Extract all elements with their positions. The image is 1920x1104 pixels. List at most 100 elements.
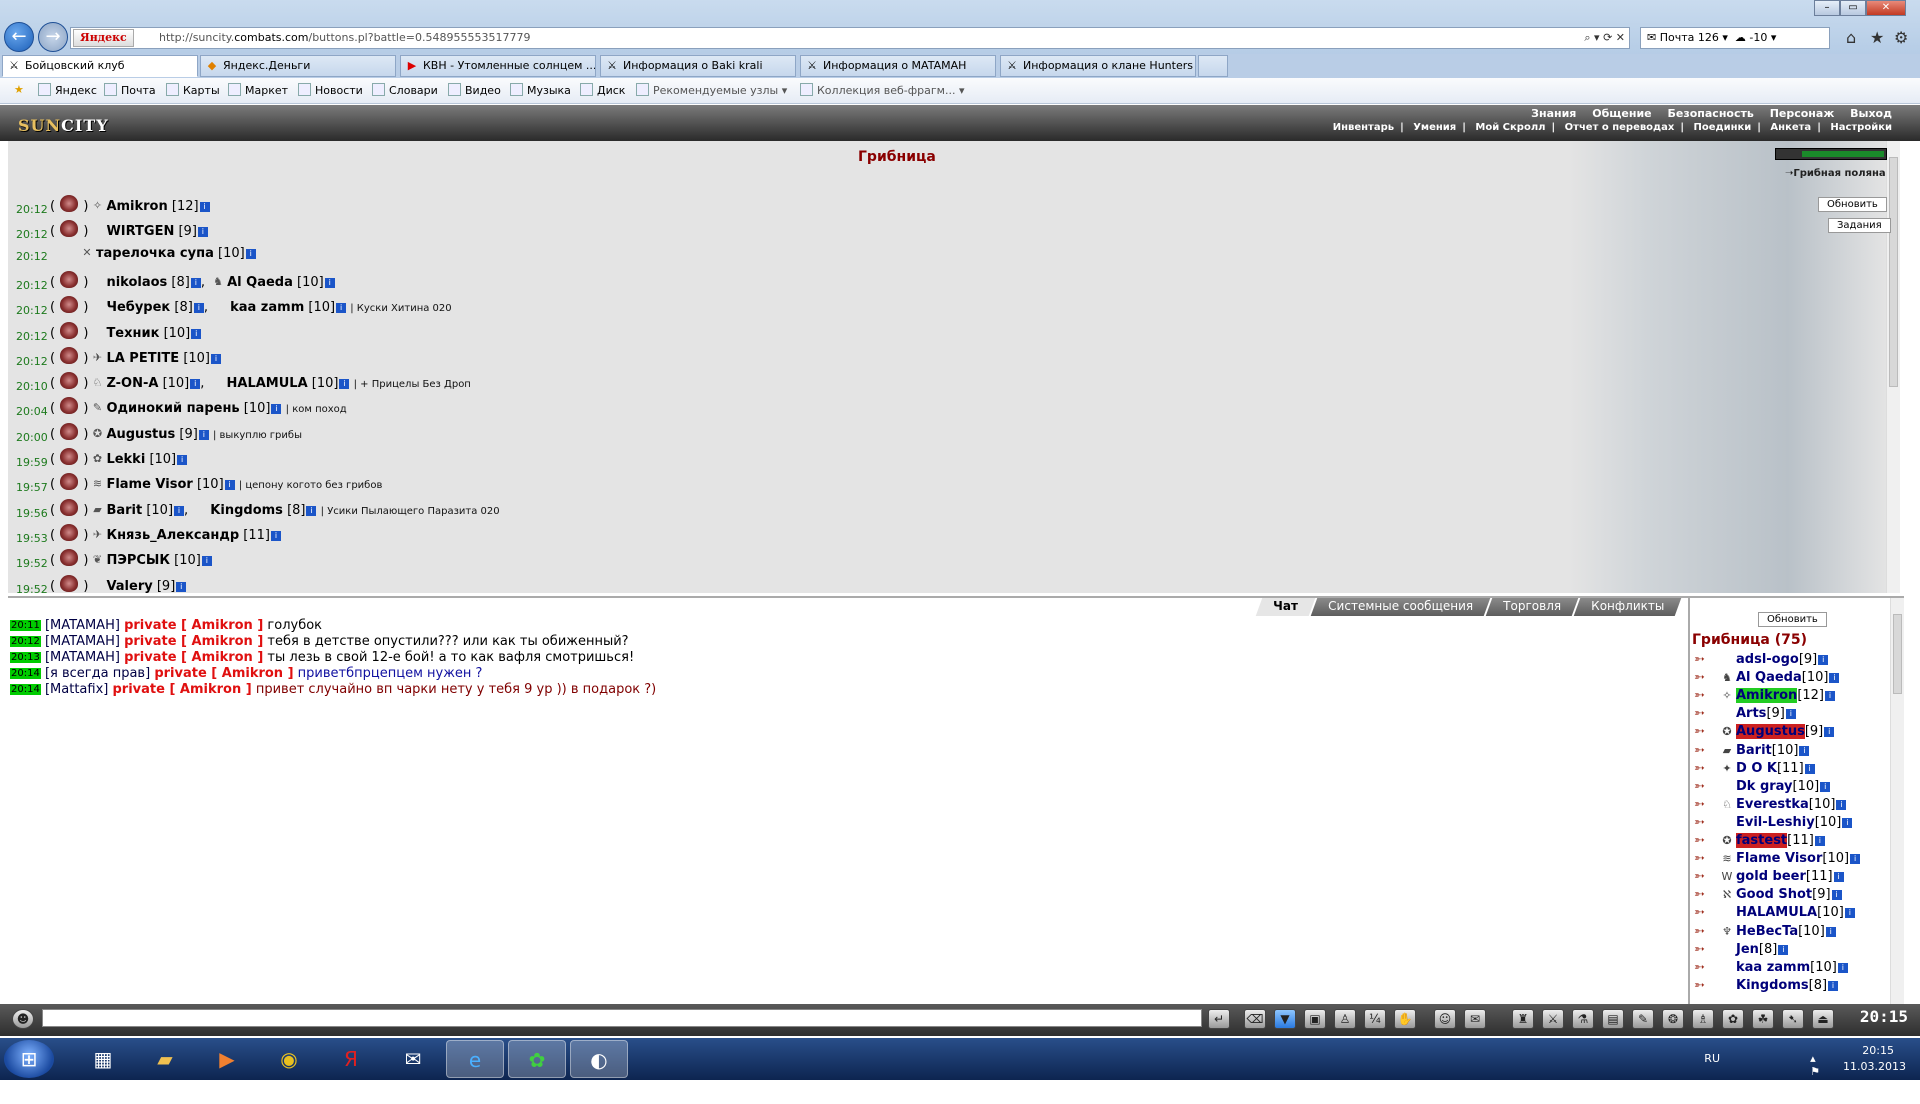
- msg-time[interactable]: 20:11: [10, 620, 41, 631]
- private-arrow-icon[interactable]: ➳: [1694, 905, 1718, 920]
- private-arrow-icon[interactable]: ➳: [1694, 851, 1718, 866]
- fav-music[interactable]: Музыка: [510, 83, 571, 97]
- yandex-search-brand[interactable]: Яндекс: [73, 29, 134, 47]
- user-name[interactable]: D O K: [1736, 761, 1777, 776]
- back-button[interactable]: ←: [4, 22, 34, 52]
- clan-icon[interactable]: ♆: [1718, 925, 1736, 938]
- chest-icon[interactable]: ▤: [1602, 1009, 1624, 1029]
- user-name[interactable]: HeBecTa: [1736, 924, 1798, 939]
- info-icon[interactable]: i: [1814, 836, 1825, 846]
- private-arrow-icon[interactable]: ➳: [1694, 833, 1718, 848]
- menu-fights[interactable]: Поединки: [1687, 122, 1757, 133]
- shield-icon[interactable]: [60, 574, 79, 592]
- tray-icons[interactable]: ▴ ⚑ ▮ ♪: [1810, 1052, 1820, 1104]
- clan-icon[interactable]: ✪: [1718, 834, 1736, 847]
- menu-security[interactable]: Безопасность: [1661, 107, 1759, 120]
- taskbar-icq-icon[interactable]: ✿: [508, 1040, 566, 1078]
- user-name[interactable]: kaa zamm: [1736, 960, 1810, 975]
- tab-0[interactable]: ⚔ Бойцовский клуб: [2, 55, 198, 77]
- clan-icon[interactable]: ✈: [88, 528, 106, 541]
- chat-bubble-icon[interactable]: ✉: [1464, 1009, 1486, 1029]
- msg-sender[interactable]: [Mattafix]: [45, 682, 108, 697]
- info-icon[interactable]: i: [271, 404, 282, 415]
- private-arrow-icon[interactable]: ➳: [1694, 887, 1718, 902]
- close-window-button[interactable]: ✕: [1866, 0, 1906, 16]
- shield-icon[interactable]: [60, 321, 79, 339]
- user-name[interactable]: Amikron: [1736, 688, 1798, 704]
- taskbar-game-icon[interactable]: ◐: [570, 1040, 628, 1078]
- msg-private[interactable]: private [ Amikron ]: [124, 618, 263, 633]
- msg-sender[interactable]: [MATAMAH]: [45, 634, 120, 649]
- hand-icon[interactable]: ✋: [1394, 1009, 1416, 1029]
- taskbar-yandex-icon[interactable]: Я: [322, 1040, 380, 1078]
- private-arrow-icon[interactable]: ➳: [1694, 978, 1718, 993]
- info-icon[interactable]: i: [1836, 799, 1847, 810]
- player-name[interactable]: Augustus: [106, 427, 175, 442]
- msg-time[interactable]: 20:13: [10, 652, 41, 663]
- menu-skills[interactable]: Умения: [1407, 122, 1462, 133]
- chat-input[interactable]: [42, 1009, 1202, 1027]
- info-icon[interactable]: i: [1828, 980, 1839, 991]
- player-name[interactable]: Al Qaeda: [227, 275, 293, 290]
- chat-menu-icon[interactable]: ☻: [12, 1009, 34, 1029]
- fav-suggested[interactable]: Рекомендуемые узлы ▾: [636, 83, 787, 97]
- msg-private[interactable]: private [ Amikron ]: [154, 666, 293, 681]
- private-arrow-icon[interactable]: ➳: [1694, 652, 1718, 667]
- user-name[interactable]: Al Qaeda: [1736, 670, 1802, 685]
- clan-icon[interactable]: ✪: [88, 427, 106, 440]
- minimize-button[interactable]: –: [1814, 0, 1840, 16]
- location-link[interactable]: ➝Грибная поляна: [1785, 168, 1886, 179]
- private-arrow-icon[interactable]: ➳: [1694, 924, 1718, 939]
- player-name[interactable]: Техник: [106, 326, 159, 341]
- fav-disk[interactable]: Диск: [580, 83, 625, 97]
- tab-1[interactable]: ◆ Яндекс.Деньги: [200, 55, 396, 77]
- clan-icon[interactable]: ✦: [1718, 762, 1736, 775]
- info-icon[interactable]: i: [1824, 727, 1835, 738]
- shield-icon[interactable]: [60, 372, 79, 390]
- room-scrollbar[interactable]: [1886, 141, 1900, 593]
- info-icon[interactable]: i: [193, 303, 204, 314]
- forward-button[interactable]: →: [38, 22, 68, 52]
- private-arrow-icon[interactable]: ➳: [1694, 706, 1718, 721]
- mail-widget[interactable]: ✉ Почта 126 ▾ ☁ -10 ▾: [1640, 27, 1830, 49]
- clan-icon[interactable]: ♞: [209, 275, 227, 288]
- tab-2[interactable]: ▶ КВН - Утомленные солнцем ...: [400, 55, 596, 77]
- start-button[interactable]: ⊞: [4, 1040, 54, 1078]
- player-name[interactable]: Z-ON-A: [106, 376, 158, 391]
- clan-icon[interactable]: ✈: [88, 351, 106, 364]
- shield-icon[interactable]: [60, 220, 79, 238]
- userlist-scroll-thumb[interactable]: [1893, 614, 1902, 694]
- menu-scroll[interactable]: Мой Скролл: [1469, 122, 1551, 133]
- new-tab-button[interactable]: [1198, 55, 1228, 77]
- lang-indicator[interactable]: RU: [1704, 1052, 1720, 1065]
- player-name[interactable]: HALAMULA: [227, 376, 308, 391]
- home-icon[interactable]: ⌂: [1846, 28, 1856, 47]
- info-icon[interactable]: i: [1837, 962, 1848, 973]
- player-name[interactable]: Lekki: [106, 452, 145, 467]
- info-icon[interactable]: i: [1820, 781, 1831, 792]
- gear-icon[interactable]: ⚙: [1894, 28, 1908, 47]
- chat-tab-trade[interactable]: Торговля: [1485, 598, 1579, 616]
- info-icon[interactable]: i: [1818, 655, 1829, 665]
- info-icon[interactable]: i: [270, 530, 281, 541]
- user-name[interactable]: HALAMULA: [1736, 905, 1817, 920]
- shield-icon[interactable]: [60, 549, 79, 567]
- fav-yandex[interactable]: Яндекс: [38, 83, 97, 97]
- clan-icon[interactable]: ≋: [88, 477, 106, 490]
- fav-maps[interactable]: Карты: [166, 83, 220, 97]
- clan-icon[interactable]: ✪: [1718, 725, 1736, 738]
- info-icon[interactable]: i: [336, 303, 347, 314]
- fav-market[interactable]: Маркет: [228, 83, 288, 97]
- info-icon[interactable]: i: [176, 581, 187, 592]
- info-icon[interactable]: i: [197, 227, 208, 238]
- exit-icon[interactable]: ⏏: [1812, 1009, 1834, 1029]
- info-icon[interactable]: i: [1825, 926, 1836, 937]
- user-name[interactable]: fastest: [1736, 833, 1788, 848]
- clan-icon[interactable]: ▰: [88, 503, 106, 516]
- save-icon[interactable]: ▣: [1304, 1009, 1326, 1029]
- clan-icon[interactable]: ≋: [1718, 852, 1736, 865]
- player-name[interactable]: тарелочка супа: [96, 246, 214, 261]
- info-icon[interactable]: i: [1799, 745, 1810, 756]
- info-icon[interactable]: i: [324, 277, 335, 288]
- smile-icon[interactable]: ☺: [1434, 1009, 1456, 1029]
